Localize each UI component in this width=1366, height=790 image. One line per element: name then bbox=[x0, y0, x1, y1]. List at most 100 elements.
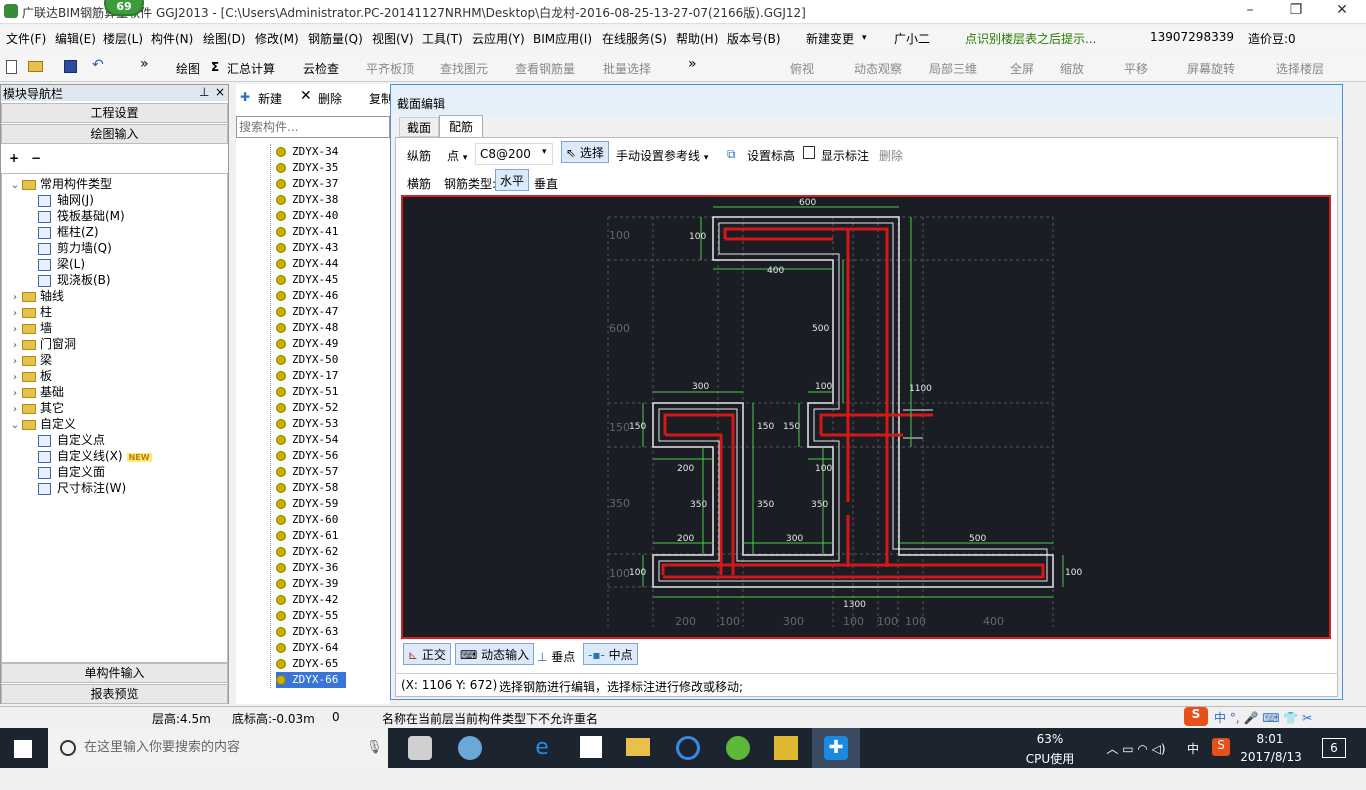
notification-badge[interactable]: 69 bbox=[104, 0, 144, 16]
menu-draw[interactable]: 绘图(D) bbox=[203, 30, 246, 47]
tree-item[interactable]: 自定义面 bbox=[38, 464, 105, 480]
ime-tray-icons[interactable]: 中 °, 🎤 ⌨ 👕 ✂ bbox=[1214, 709, 1312, 726]
expand-all-icon[interactable]: + bbox=[9, 151, 19, 165]
component-list-item[interactable]: ZDYX-53 bbox=[276, 416, 338, 432]
component-list-item[interactable]: ZDYX-39 bbox=[276, 576, 338, 592]
menu-component[interactable]: 构件(N) bbox=[151, 30, 193, 47]
component-list-item[interactable]: ZDYX-52 bbox=[276, 400, 338, 416]
find-element-button[interactable]: 查找图元 bbox=[440, 60, 488, 77]
select-floor-button[interactable]: 选择楼层 bbox=[1276, 60, 1324, 77]
menu-version[interactable]: 版本号(B) bbox=[727, 30, 781, 47]
tree-item[interactable]: › 柱 bbox=[10, 304, 52, 320]
set-elevation-button[interactable]: 设置标高 bbox=[747, 147, 795, 164]
collapse-icon[interactable]: ⌄ bbox=[10, 418, 20, 434]
zoom-button[interactable]: 缩放 bbox=[1060, 60, 1084, 77]
copy-component-button[interactable]: 复制 bbox=[369, 90, 390, 107]
top-view-button[interactable]: 俯视 bbox=[790, 60, 814, 77]
rotate-screen-button[interactable]: 屏幕旋转 bbox=[1187, 60, 1235, 77]
menu-rebar[interactable]: 钢筋量(Q) bbox=[308, 30, 363, 47]
delete-component-button[interactable]: 删除 bbox=[318, 90, 342, 107]
component-list-item[interactable]: ZDYX-61 bbox=[276, 528, 338, 544]
tab-section[interactable]: 截面 bbox=[399, 117, 439, 137]
tree-item[interactable]: › 基础 bbox=[10, 384, 64, 400]
batch-select-button[interactable]: 批量选择 bbox=[603, 60, 651, 77]
tree-item[interactable]: 框柱(Z) bbox=[38, 224, 99, 240]
menu-edit[interactable]: 编辑(E) bbox=[55, 30, 96, 47]
report-preview-button[interactable]: 报表预览 bbox=[1, 684, 228, 704]
section-drawing[interactable]: 100 600 150 350 100 200 100 300 100 100 … bbox=[403, 197, 1329, 637]
minimize-icon[interactable]: – bbox=[1240, 2, 1260, 20]
taskbar-search[interactable]: 在这里输入你要搜索的内容 🎙 bbox=[48, 728, 388, 768]
component-list-item[interactable]: ZDYX-40 bbox=[276, 208, 338, 224]
collapse-icon[interactable]: ⌄ bbox=[10, 178, 20, 194]
section-canvas[interactable]: 100 600 150 350 100 200 100 300 100 100 … bbox=[401, 195, 1331, 639]
app-icon-green[interactable] bbox=[726, 736, 750, 760]
horizontal-toggle[interactable]: 水平 bbox=[495, 169, 530, 191]
sogou-ime-icon[interactable]: S bbox=[1184, 707, 1208, 726]
component-list-item[interactable]: ZDYX-43 bbox=[276, 240, 338, 256]
component-list-item[interactable]: ZDYX-66 bbox=[276, 672, 346, 688]
clock-date[interactable]: 2017/8/13 bbox=[1236, 750, 1306, 790]
component-list-item[interactable]: ZDYX-57 bbox=[276, 464, 338, 480]
tab-rebar[interactable]: 配筋 bbox=[439, 115, 483, 137]
tree-item[interactable]: 自定义线(X) NEW bbox=[38, 448, 152, 464]
midpoint-snap[interactable]: -▪- 中点 bbox=[583, 643, 638, 665]
store-icon[interactable] bbox=[580, 736, 602, 758]
draw-button[interactable]: 绘图 bbox=[176, 60, 200, 77]
tree-item[interactable]: › 板 bbox=[10, 368, 52, 384]
component-list-item[interactable]: ZDYX-56 bbox=[276, 448, 338, 464]
edge-icon[interactable]: e bbox=[530, 736, 554, 760]
user-phone[interactable]: 13907298339 bbox=[1150, 30, 1234, 44]
restore-icon[interactable]: ❐ bbox=[1286, 2, 1306, 20]
tree-item[interactable]: 梁(L) bbox=[38, 256, 85, 272]
glodon-icon[interactable] bbox=[676, 736, 700, 760]
menu-modify[interactable]: 修改(M) bbox=[255, 30, 299, 47]
rebar-left-wing[interactable] bbox=[663, 413, 735, 575]
rebar-spec-select[interactable]: C8@200 ▾ bbox=[475, 143, 553, 165]
dynamic-input-toggle[interactable]: ⌨ 动态输入 bbox=[455, 643, 535, 665]
sogou-tray-icon[interactable]: S bbox=[1212, 738, 1230, 756]
menu-view[interactable]: 视图(V) bbox=[372, 30, 414, 47]
tree-item[interactable]: 尺寸标注(W) bbox=[38, 480, 126, 496]
fullscreen-button[interactable]: 全屏 bbox=[1010, 60, 1034, 77]
tree-item[interactable]: 轴网(J) bbox=[38, 192, 94, 208]
drawing-input-button[interactable]: 绘图输入 bbox=[1, 124, 228, 144]
toolbar-overflow-icon-2[interactable]: » bbox=[688, 56, 697, 72]
nav-close-icon[interactable]: × bbox=[215, 85, 225, 99]
save-icon[interactable] bbox=[64, 60, 77, 73]
tree-item[interactable]: › 轴线 bbox=[10, 288, 64, 304]
manual-ref-line-button[interactable]: 手动设置参考线 ▾ bbox=[616, 147, 708, 164]
tree-item[interactable]: 自定义点 bbox=[38, 432, 105, 448]
perpendicular-snap[interactable]: ⊥ 垂点 bbox=[537, 648, 575, 665]
undo-icon[interactable]: ↶ bbox=[92, 57, 104, 73]
new-component-button[interactable]: 新建 bbox=[258, 90, 282, 107]
component-list-item[interactable]: ZDYX-41 bbox=[276, 224, 338, 240]
view-rebar-button[interactable]: 查看钢筋量 bbox=[515, 60, 575, 77]
menu-assistant[interactable]: 广小二 bbox=[894, 30, 930, 47]
menu-new-change[interactable]: 新建变更 bbox=[806, 30, 854, 47]
show-label-button[interactable]: 显示标注 bbox=[821, 147, 869, 164]
tree-item[interactable]: › 门窗洞 bbox=[10, 336, 76, 352]
menu-floor[interactable]: 楼层(L) bbox=[103, 30, 143, 47]
notification-icon[interactable]: 6 bbox=[1322, 738, 1346, 758]
menu-help[interactable]: 帮助(H) bbox=[676, 30, 718, 47]
tree-item[interactable]: 现浇板(B) bbox=[38, 272, 111, 288]
dynamic-observe-button[interactable]: 动态观察 bbox=[854, 60, 902, 77]
component-list-item[interactable]: ZDYX-38 bbox=[276, 192, 338, 208]
menu-file[interactable]: 文件(F) bbox=[6, 30, 46, 47]
menu-cloud[interactable]: 云应用(Y) bbox=[472, 30, 525, 47]
rebar-mid-wing[interactable] bbox=[819, 413, 933, 435]
menu-tip[interactable]: 点识别楼层表之后提示... bbox=[965, 30, 1096, 47]
component-list-item[interactable]: ZDYX-58 bbox=[276, 480, 338, 496]
menu-online[interactable]: 在线服务(S) bbox=[602, 30, 667, 47]
component-list-item[interactable]: ZDYX-47 bbox=[276, 304, 338, 320]
component-list-item[interactable]: ZDYX-49 bbox=[276, 336, 338, 352]
component-list-item[interactable]: ZDYX-62 bbox=[276, 544, 338, 560]
project-settings-button[interactable]: 工程设置 bbox=[1, 103, 228, 123]
menu-tools[interactable]: 工具(T) bbox=[422, 30, 463, 47]
component-search-input[interactable] bbox=[236, 116, 390, 138]
component-list-item[interactable]: ZDYX-55 bbox=[276, 608, 338, 624]
delete-button[interactable]: 删除 bbox=[879, 147, 903, 164]
component-list-item[interactable]: ZDYX-36 bbox=[276, 560, 338, 576]
component-list-item[interactable]: ZDYX-64 bbox=[276, 640, 338, 656]
